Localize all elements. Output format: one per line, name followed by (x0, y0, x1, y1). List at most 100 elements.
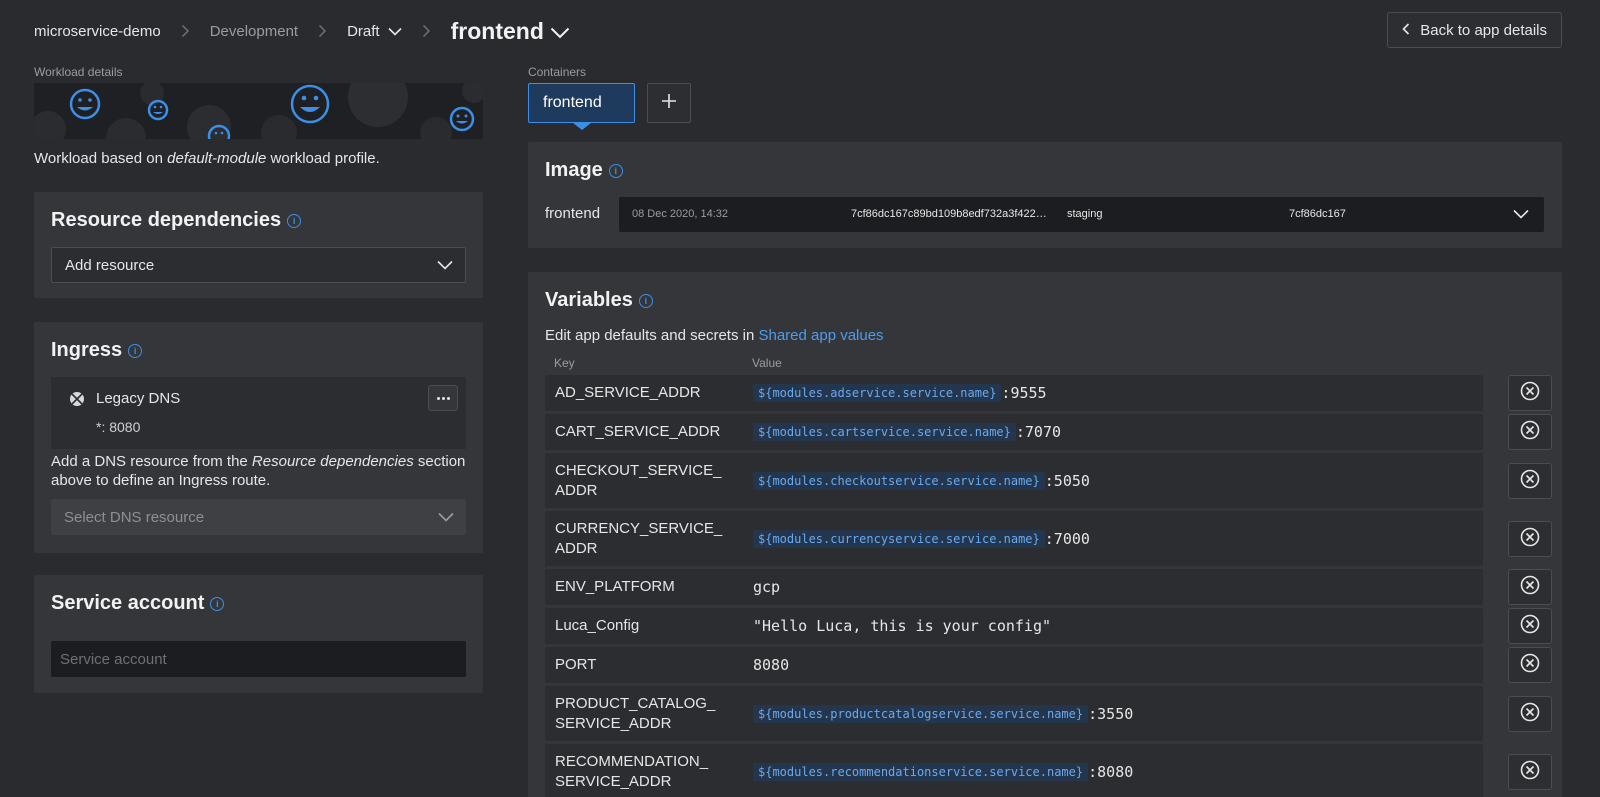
close-circle-icon (1520, 702, 1540, 727)
variable-reference: ${modules.cartservice.service.name} (753, 423, 1016, 441)
info-icon[interactable]: i (210, 596, 225, 611)
variable-value[interactable]: ${modules.productcatalogservice.service.… (745, 704, 1133, 723)
shared-app-values-link[interactable]: Shared app values (758, 327, 883, 344)
ingress-card: Ingress i Legacy DNS *: 8080 Add a DNS r… (34, 322, 483, 553)
variables-heading: Variables i (545, 289, 653, 312)
ingress-title: Ingress (51, 339, 123, 361)
variable-key: PORT (555, 656, 597, 673)
legacy-dns-name: Legacy DNS (96, 390, 181, 407)
image-title: Image (545, 159, 603, 181)
remove-variable-button[interactable] (1508, 463, 1552, 499)
variable-key: RECOMMENDATION_ SERVICE_ADDR (545, 752, 745, 792)
workload-title-dropdown[interactable]: frontend (451, 18, 570, 45)
variable-row[interactable]: ENV_PLATFORM gcp (545, 569, 1483, 605)
variable-value-suffix: :7070 (1015, 423, 1062, 441)
variable-row[interactable]: CHECKOUT_SERVICE_ ADDR ${modules.checkou… (545, 453, 1483, 508)
back-to-app-label: Back to app details (1420, 21, 1547, 39)
image-heading: Image i (545, 159, 623, 182)
variable-key: CART_SERVICE_ADDR (555, 423, 721, 440)
more-options-button[interactable] (428, 385, 458, 411)
plus-icon (661, 93, 677, 114)
remove-variable-button[interactable] (1508, 375, 1552, 411)
image-container-name: frontend (545, 205, 601, 222)
breadcrumb-app[interactable]: microservice-demo (34, 23, 161, 40)
close-circle-icon (1520, 527, 1540, 552)
remove-variable-button[interactable] (1508, 414, 1552, 450)
variable-value[interactable]: gcp (745, 578, 780, 596)
select-dns-resource[interactable]: Select DNS resource (51, 499, 466, 535)
variable-reference: ${modules.currencyservice.service.name} (753, 529, 1045, 548)
chevron-right-icon (422, 24, 431, 38)
ingress-heading: Ingress i (51, 339, 143, 362)
variable-row[interactable]: AD_SERVICE_ADDR ${modules.adservice.serv… (545, 375, 1483, 411)
remove-variable-button[interactable] (1508, 521, 1552, 557)
service-account-placeholder: Service account (60, 650, 167, 668)
variables-title: Variables (545, 289, 633, 311)
image-card: Image i frontend 08 Dec 2020, 14:32 7cf8… (528, 142, 1562, 248)
variable-row[interactable]: CART_SERVICE_ADDR ${modules.cartservice.… (545, 414, 1483, 450)
breadcrumb-state-label: Draft (347, 22, 380, 40)
variable-row[interactable]: CURRENCY_SERVICE_ ADDR ${modules.currenc… (545, 511, 1483, 566)
workload-profile-prefix: Workload based on (34, 150, 168, 167)
variable-row[interactable]: Luca_Config "Hello Luca, this is your co… (545, 608, 1483, 644)
variable-value[interactable]: ${modules.currencyservice.service.name}:… (745, 529, 1090, 548)
more-icon-dot (446, 396, 450, 400)
info-icon[interactable]: i (287, 213, 302, 228)
image-version-select[interactable]: 08 Dec 2020, 14:32 7cf86dc167c89bd109b8e… (619, 197, 1544, 232)
close-circle-icon (1520, 614, 1540, 639)
ingress-hint-prefix: Add a DNS resource from the (51, 453, 252, 470)
variable-value-suffix: :8080 (1088, 762, 1134, 781)
variable-key: CHECKOUT_SERVICE_ ADDR (545, 461, 745, 501)
variable-row[interactable]: PORT 8080 (545, 647, 1483, 683)
image-date: 08 Dec 2020, 14:32 (632, 208, 729, 220)
variable-value[interactable]: ${modules.recommendationservice.service.… (745, 762, 1134, 781)
close-circle-icon (1520, 575, 1540, 600)
info-icon[interactable]: i (638, 293, 653, 308)
variable-value[interactable]: ${modules.checkoutservice.service.name}:… (745, 471, 1090, 490)
resource-dependencies-heading: Resource dependencies i (51, 209, 302, 232)
more-icon-dot (436, 396, 440, 400)
select-dns-placeholder: Select DNS resource (64, 508, 205, 526)
globe-icon (69, 391, 85, 412)
remove-variable-button[interactable] (1508, 608, 1552, 644)
ingress-hint-emphasis: Resource dependencies (251, 453, 414, 470)
variable-value[interactable]: ${modules.adservice.service.name}:9555 (745, 384, 1047, 402)
variable-reference: ${modules.adservice.service.name} (753, 384, 1002, 402)
variable-row[interactable]: RECOMMENDATION_ SERVICE_ADDR ${modules.r… (545, 744, 1483, 797)
variable-row[interactable]: PRODUCT_CATALOG_ SERVICE_ADDR ${modules.… (545, 686, 1483, 741)
remove-variable-button[interactable] (1508, 647, 1552, 683)
add-resource-select[interactable]: Add resource (51, 247, 466, 283)
info-icon[interactable]: i (128, 343, 143, 358)
image-commit: 7cf86dc167 (1289, 208, 1346, 220)
container-tab-frontend[interactable]: frontend (528, 83, 635, 123)
active-tab-indicator (573, 123, 591, 130)
add-container-button[interactable] (647, 83, 691, 123)
variable-key-line: SERVICE_ADDR (555, 772, 672, 790)
legacy-dns-item: Legacy DNS *: 8080 (51, 377, 466, 449)
chevron-right-icon (181, 24, 190, 38)
service-account-input[interactable]: Service account (51, 641, 466, 677)
chevron-right-icon (318, 24, 327, 38)
remove-variable-button[interactable] (1508, 696, 1552, 732)
workload-details-label: Workload details (34, 65, 123, 79)
variables-card: Variables i Edit app defaults and secret… (528, 272, 1562, 797)
breadcrumb-environment[interactable]: Development (210, 23, 298, 40)
variable-value[interactable]: "Hello Luca, this is your config" (745, 617, 1051, 635)
breadcrumb-state-dropdown[interactable]: Draft (347, 23, 402, 40)
chevron-left-icon (1402, 22, 1410, 39)
variable-value[interactable]: ${modules.cartservice.service.name}:7070 (745, 423, 1061, 441)
legacy-dns-port: *: 8080 (96, 419, 141, 435)
variable-key: PRODUCT_CATALOG_ SERVICE_ADDR (545, 694, 745, 734)
remove-variable-button[interactable] (1508, 754, 1552, 790)
back-to-app-button[interactable]: Back to app details (1387, 12, 1562, 48)
variable-value[interactable]: 8080 (745, 656, 789, 674)
workload-banner-illustration (34, 83, 483, 139)
image-digest: 7cf86dc167c89bd109b8edf732a3f422… (851, 208, 1047, 220)
workload-title: frontend (450, 17, 544, 44)
workload-profile-name: default-module (167, 150, 267, 167)
variable-key-line: SERVICE_ADDR (555, 714, 672, 732)
variable-key: Luca_Config (555, 617, 640, 634)
chevron-down-icon (437, 257, 453, 274)
remove-variable-button[interactable] (1508, 569, 1552, 605)
info-icon[interactable]: i (608, 163, 623, 178)
